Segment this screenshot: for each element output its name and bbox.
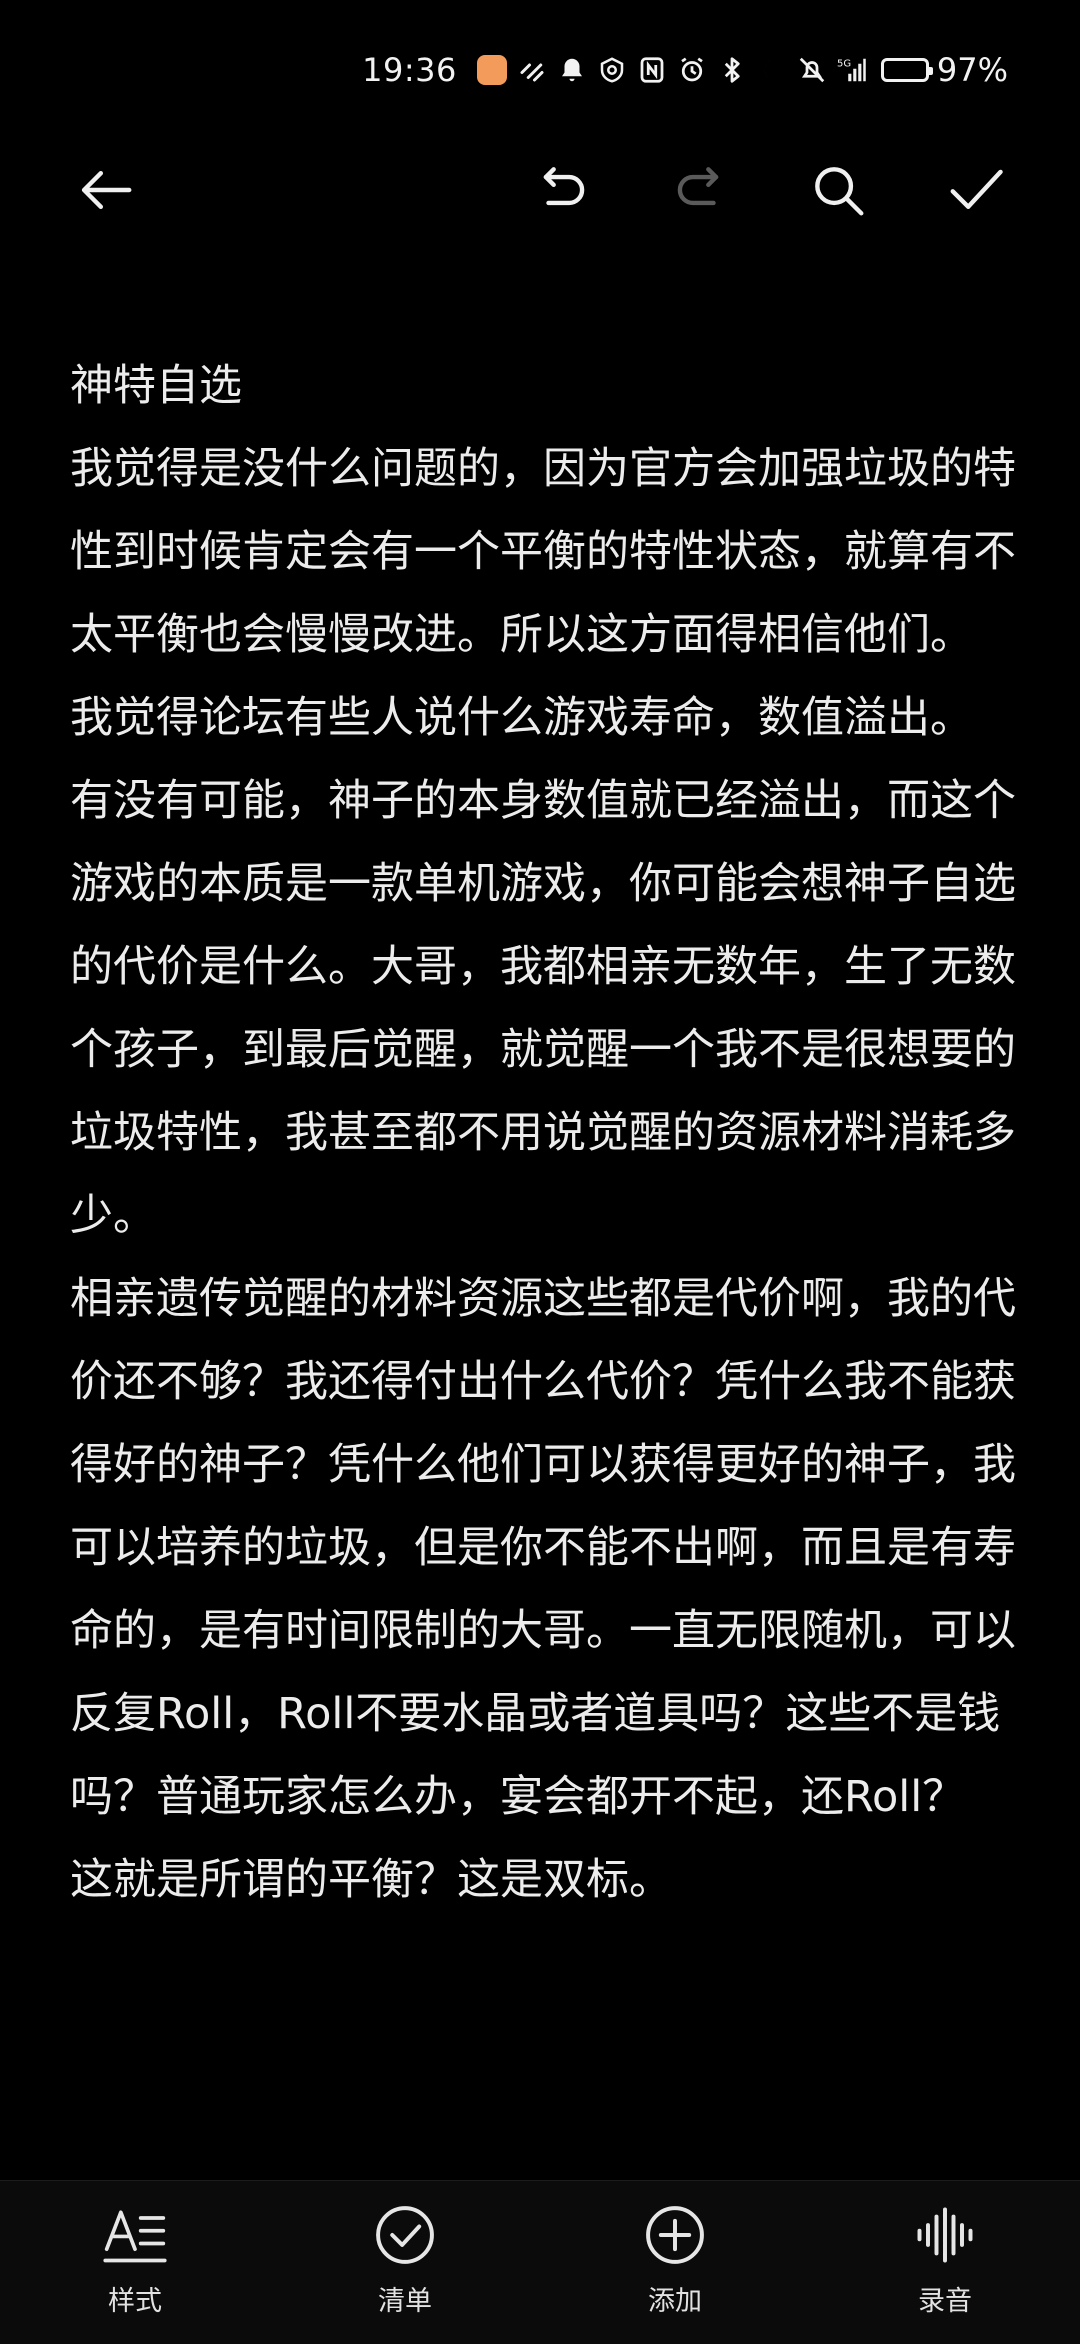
note-paragraph: 神特自选 xyxy=(70,361,242,411)
checklist-button[interactable]: 清单 xyxy=(315,2201,495,2318)
link-icon xyxy=(517,55,547,85)
editor-toolbar xyxy=(0,148,1080,232)
nfc-icon xyxy=(637,55,667,85)
battery-icon xyxy=(880,58,933,82)
alarm-icon xyxy=(677,55,707,85)
add-label: 添加 xyxy=(648,2286,702,2317)
text-style-icon xyxy=(103,2210,167,2263)
add-button[interactable]: 添加 xyxy=(585,2201,765,2318)
bottom-toolbar: 样式 清单 添加 录音 xyxy=(0,2180,1080,2344)
shield-icon xyxy=(597,55,627,85)
bluetooth-icon xyxy=(717,55,747,85)
checklist-label: 清单 xyxy=(378,2286,432,2317)
svg-text:5G: 5G xyxy=(837,58,851,69)
status-icons: 5G xyxy=(476,55,867,85)
mute-icon xyxy=(797,55,827,85)
note-paragraph: 这就是所谓的平衡？这是双标。 xyxy=(70,1855,672,1905)
status-time: 19:36 xyxy=(362,51,457,89)
style-label: 样式 xyxy=(108,2286,162,2317)
search-icon xyxy=(815,167,864,216)
battery-percent: 97% xyxy=(936,51,1008,89)
note-editor[interactable]: 神特自选 我觉得是没什么问题的，因为官方会加强垃圾的特性到时候肯定会有一个平衡的… xyxy=(70,345,1020,1922)
note-paragraph: 相亲遗传觉醒的材料资源这些都是代价啊，我的代价还不够？我还得付出什么代价？凭什么… xyxy=(70,1274,1016,1822)
back-button[interactable] xyxy=(64,148,148,232)
note-paragraph: 有没有可能，神子的本身数值就已经溢出，而这个游戏的本质是一款单机游戏，你可能会想… xyxy=(70,776,1016,1241)
moon-icon xyxy=(757,55,787,85)
notification-bell-icon xyxy=(557,55,587,85)
search-button[interactable] xyxy=(796,148,880,232)
check-icon xyxy=(950,169,1003,209)
note-paragraph: 我觉得论坛有些人说什么游戏寿命，数值溢出。 xyxy=(70,693,973,743)
confirm-button[interactable] xyxy=(934,148,1018,232)
voice-record-button[interactable]: 录音 xyxy=(855,2201,1035,2318)
checklist-icon xyxy=(376,2206,434,2264)
redo-button[interactable] xyxy=(656,148,740,232)
voice-record-label: 录音 xyxy=(918,2286,972,2317)
voice-record-icon xyxy=(917,2207,973,2263)
style-button[interactable]: 样式 xyxy=(45,2201,225,2318)
undo-icon xyxy=(543,167,585,206)
note-paragraph: 我觉得是没什么问题的，因为官方会加强垃圾的特性到时候肯定会有一个平衡的特性状态，… xyxy=(70,444,1016,660)
battery: 97% xyxy=(880,51,1008,89)
redo-icon xyxy=(677,167,719,206)
arrow-left-icon xyxy=(81,171,132,209)
signal-5g-icon: 5G xyxy=(837,55,867,85)
app-badge-icon xyxy=(476,55,507,85)
add-icon xyxy=(646,2206,704,2264)
undo-button[interactable] xyxy=(522,148,606,232)
status-bar: 19:36 5G 97% xyxy=(362,40,1008,100)
